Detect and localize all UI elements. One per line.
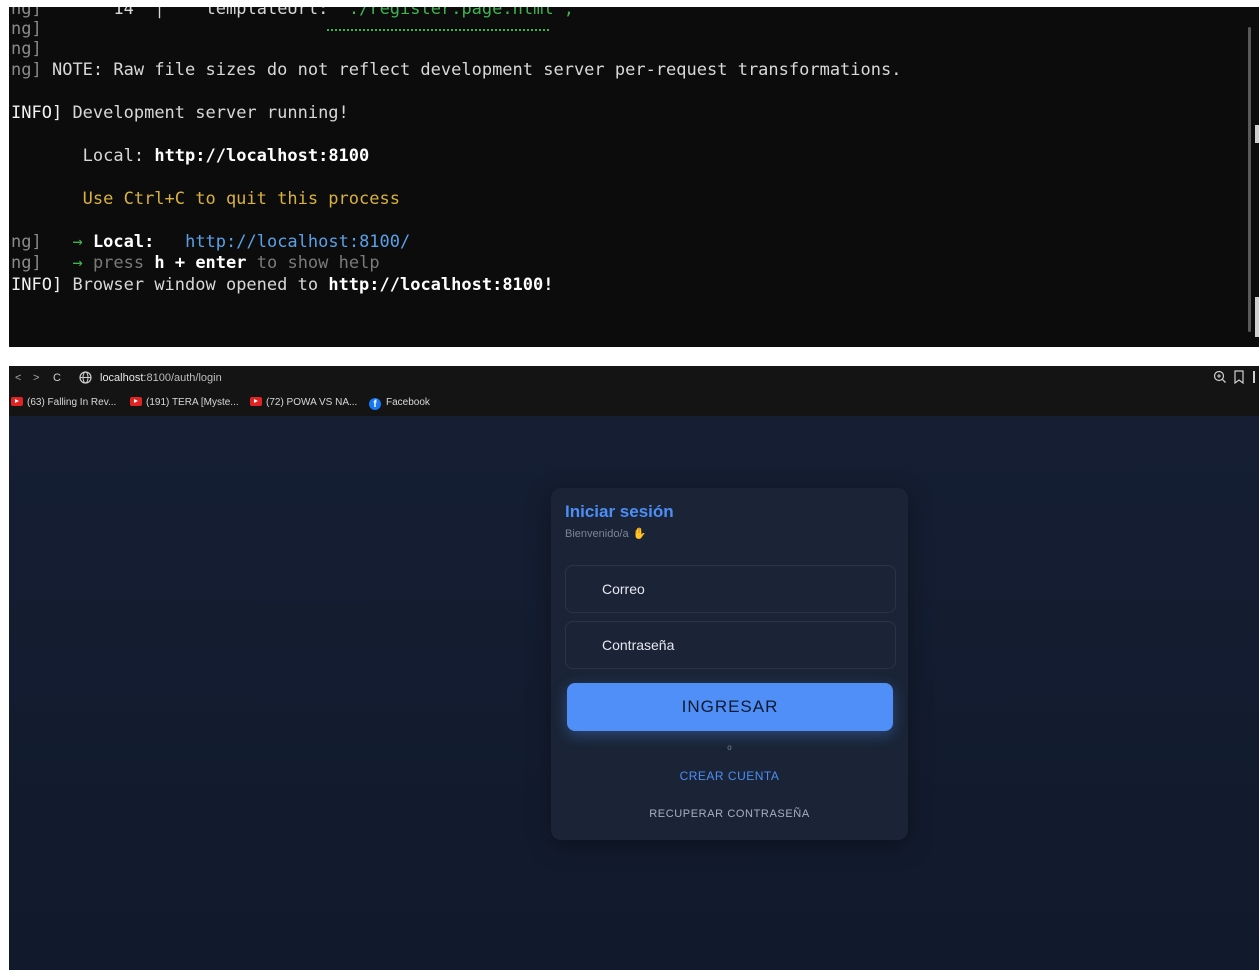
create-account-link[interactable]: CREAR CUENTA — [551, 769, 908, 783]
bookmarks-bar: (63) Falling In Rev... (191) TERA [Myste… — [9, 390, 1259, 416]
info-prefix: INFO] — [11, 275, 63, 295]
email-placeholder: Correo — [602, 581, 645, 597]
login-card: Iniciar sesión Bienvenido/a ✋ Correo Cont… — [551, 488, 908, 840]
help-key: h + enter — [154, 253, 247, 273]
bookmark-label: Facebook — [386, 397, 430, 408]
bookmark-item[interactable]: (63) Falling In Rev... — [11, 396, 116, 410]
menu-icon[interactable] — [1252, 371, 1256, 388]
terminal-line-ctrl: Use Ctrl+C to quit this process — [11, 189, 400, 209]
youtube-icon — [130, 397, 142, 406]
log-prefix: ng] — [11, 253, 42, 273]
browser-window: < > C localhost:8100/auth/login (63) Fal… — [9, 366, 1259, 970]
log-prefix: ng] — [11, 60, 42, 80]
code-value: ./register.page.html', — [348, 7, 575, 19]
reload-icon[interactable]: C — [53, 370, 61, 386]
log-prefix: ng] — [11, 19, 42, 39]
edge-fragment — [1255, 297, 1259, 337]
code-key: templateUrl: — [205, 7, 329, 19]
info-prefix: INFO] — [11, 103, 63, 123]
terminal-line-info: INFO] Development server running! — [11, 103, 349, 123]
bookmark-label: (63) Falling In Rev... — [27, 397, 117, 408]
local-link[interactable]: http://localhost:8100/ — [185, 232, 410, 252]
terminal-window: ng] 14 │ templateUrl: ./register.page.ht… — [9, 7, 1259, 347]
bookmark-label: (191) TERA [Myste... — [146, 397, 239, 408]
quit-hint: Use Ctrl+C to quit this process — [82, 189, 400, 209]
bookmark-item[interactable]: f Facebook — [369, 396, 430, 410]
welcome-label: Bienvenido/a — [565, 528, 629, 540]
address-bar[interactable]: localhost:8100/auth/login — [100, 370, 222, 386]
terminal-scrollbar[interactable] — [1248, 27, 1251, 332]
log-prefix: ng] — [11, 232, 42, 252]
terminal-line-note: ng] NOTE: Raw file sizes do not reflect … — [11, 60, 901, 80]
note-text: NOTE: Raw file sizes do not reflect deve… — [51, 60, 902, 80]
terminal-line: ng] — [11, 19, 42, 39]
terminal-line-ng-local: ng] → Local: http://localhost:8100/ — [11, 232, 410, 252]
arrow-icon: → — [72, 232, 83, 252]
info-text: Development server running! — [72, 103, 349, 123]
error-squiggle — [327, 25, 549, 31]
welcome-text: Bienvenido/a ✋ — [565, 527, 646, 540]
terminal-line-info-browser: INFO] Browser window opened to http://lo… — [11, 275, 554, 295]
zoom-icon[interactable] — [1213, 370, 1227, 389]
terminal-line-local: Local: http://localhost:8100 — [11, 146, 370, 166]
page-content: Iniciar sesión Bienvenido/a ✋ Correo Cont… — [9, 416, 1259, 970]
bookmark-label: (72) POWA VS NA... — [266, 397, 358, 408]
globe-icon — [79, 371, 92, 389]
local-label: Local: — [92, 232, 155, 252]
terminal-line-help: ng] → press h + enter to show help — [11, 253, 380, 273]
url-host: localhost — [100, 372, 144, 384]
gutter-bar: │ — [154, 7, 165, 19]
press-text: press — [92, 253, 145, 273]
login-button[interactable]: INGRESAR — [567, 683, 893, 731]
local-url: http://localhost:8100 — [154, 146, 370, 166]
password-field[interactable]: Contraseña — [565, 621, 896, 669]
password-placeholder: Contraseña — [602, 637, 675, 653]
bookmark-icon[interactable] — [1233, 370, 1245, 389]
local-label: Local: — [82, 146, 145, 166]
edge-fragment — [1255, 125, 1259, 143]
youtube-icon — [11, 397, 23, 406]
browser-toolbar: < > C localhost:8100/auth/login — [9, 366, 1259, 390]
terminal-line: ng] — [11, 39, 42, 59]
recover-password-link[interactable]: RECUPERAR CONTRASEÑA — [551, 808, 908, 820]
forward-icon[interactable]: > — [33, 370, 39, 386]
or-divider: o — [727, 743, 732, 752]
youtube-icon — [250, 397, 262, 406]
arrow-icon: → — [72, 253, 83, 273]
email-field[interactable]: Correo — [565, 565, 896, 613]
facebook-icon: f — [369, 398, 381, 410]
back-icon[interactable]: < — [15, 370, 21, 386]
terminal-line-code: ng] 14 │ templateUrl: ./register.page.ht… — [11, 7, 574, 19]
url-path: :8100/auth/login — [143, 372, 222, 384]
line-number: 14 — [113, 7, 134, 19]
bookmark-item[interactable]: (191) TERA [Myste... — [130, 396, 239, 410]
bookmark-item[interactable]: (72) POWA VS NA... — [250, 396, 357, 410]
browser-url: http://localhost:8100! — [328, 275, 554, 295]
page-title: Iniciar sesión — [565, 502, 674, 521]
info-text: Browser window opened to — [72, 275, 319, 295]
wave-hand-icon: ✋ — [632, 528, 647, 540]
help-text: to show help — [256, 253, 380, 273]
log-prefix: ng] — [11, 39, 42, 59]
log-prefix: ng] — [11, 7, 42, 19]
